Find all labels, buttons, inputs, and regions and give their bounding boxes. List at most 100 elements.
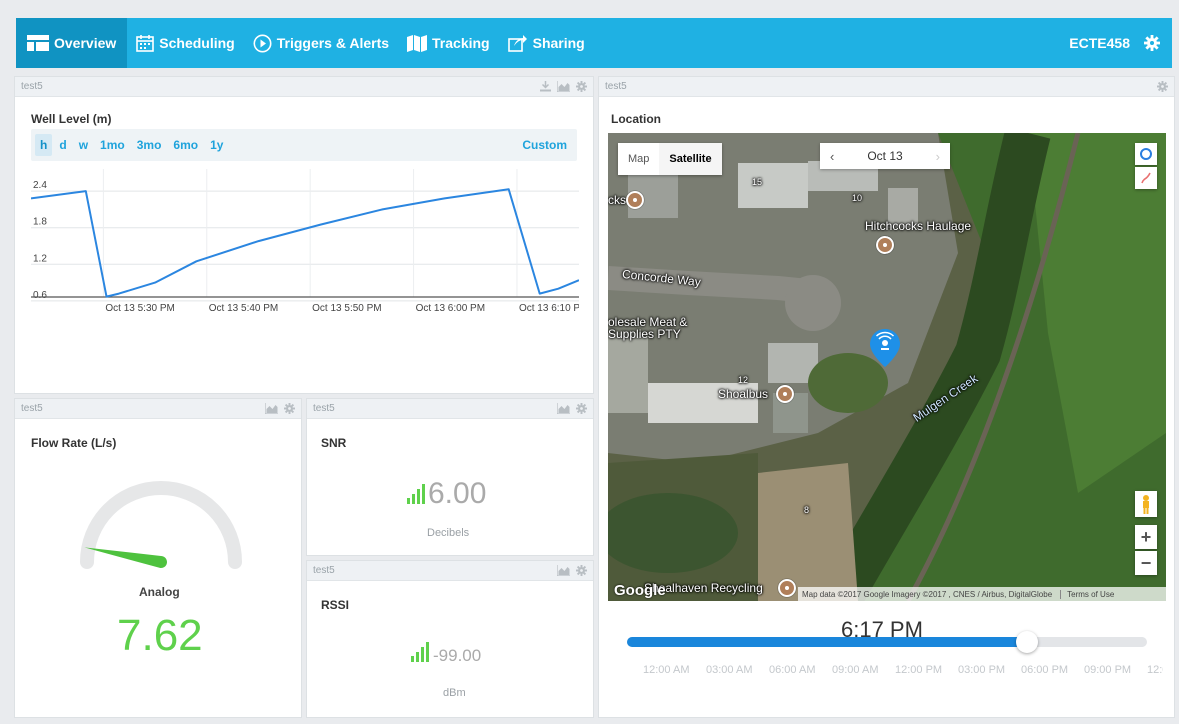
street-view-pegman-button[interactable] [1135,491,1157,517]
panel-settings-gear-icon[interactable] [576,81,587,92]
nav-triggers-label: Triggers & Alerts [276,35,390,51]
range-button-h[interactable]: h [35,134,53,156]
map-attribution-bar: Map data ©2017 Google Imagery ©2017 , CN… [798,587,1166,601]
pegman-icon [1143,495,1149,514]
share-icon [507,35,527,52]
current-date: Oct 13 [867,149,903,163]
chart-x-tick-label: Oct 13 5:50 PM [312,303,381,314]
gauge-mode-label: Analog [139,585,180,599]
terms-of-use-link[interactable]: Terms of Use [1060,589,1114,599]
nav-sharing-label: Sharing [532,35,585,51]
time-tick-label: 12:00 AM [643,664,690,676]
map-poi-marker[interactable] [778,579,796,597]
next-date-button[interactable]: › [936,149,940,164]
settings-gear-icon[interactable] [1144,35,1160,51]
nav-scheduling[interactable]: Scheduling [127,18,243,68]
time-slider-handle[interactable] [1016,631,1039,653]
panel-header: test5 [307,561,593,581]
range-button-1y[interactable]: 1y [205,134,228,156]
map-type-map-button[interactable]: Map [618,143,659,175]
nav-tracking-label: Tracking [432,35,490,51]
draw-line-button[interactable] [1135,167,1157,189]
plus-icon: + [1140,526,1152,547]
time-tick-label: 06:00 PM [1021,664,1069,676]
area-chart-icon[interactable] [265,403,278,414]
chart-x-tick-label: Oct 13 6:10 PM [519,303,579,314]
range-button-6mo[interactable]: 6mo [168,134,203,156]
map-building-number: 8 [804,505,810,515]
nav-overview[interactable]: Overview [16,18,128,68]
chart-y-tick-label: 1.8 [33,217,47,228]
panel-settings-gear-icon[interactable] [284,403,295,414]
device-location-pin-icon[interactable] [870,329,900,367]
chart-y-tick-label: 2.4 [33,180,47,191]
circle-icon [1140,148,1152,160]
previous-date-button[interactable]: ‹ [830,149,834,164]
range-button-1mo[interactable]: 1mo [95,134,130,156]
range-button-d[interactable]: d [54,134,71,156]
map-poi-marker[interactable] [776,385,794,403]
polyline-icon [1141,172,1151,184]
range-button-w[interactable]: w [74,134,93,156]
time-tick-label: 03:00 PM [958,664,1006,676]
snr-title: SNR [321,436,347,450]
satellite-map[interactable]: Map Satellite ‹ Oct 13 › cks 15 10 Hitch… [608,133,1166,601]
map-poi-marker[interactable] [626,191,644,209]
map-building-number: 10 [852,193,863,203]
zoom-out-button[interactable]: − [1135,551,1157,575]
area-chart-icon[interactable] [557,81,570,92]
nav-scheduling-label: Scheduling [159,35,235,51]
dashboard-icon [27,35,49,51]
time-tick-label: 06:00 AM [769,664,816,676]
area-chart-icon[interactable] [557,565,570,576]
panel-settings-gear-icon[interactable] [576,403,587,414]
map-building-number: 12 [738,375,749,385]
draw-circle-button[interactable] [1135,143,1157,165]
area-chart-icon[interactable] [557,403,570,414]
flow-rate-value: 7.62 [117,611,203,660]
panel-settings-gear-icon[interactable] [1157,81,1168,92]
nav-sharing[interactable]: Sharing [499,18,594,68]
range-button-3mo[interactable]: 3mo [132,134,167,156]
map-label-hitchcocks-haulage: Hitchcocks Haulage [865,219,972,233]
well-level-panel: test5 Well Level (m) h d w 1mo 3mo 6mo 1… [14,76,594,394]
time-tick-label: 09:00 AM [832,664,879,676]
chart-x-tick-label: Oct 13 5:30 PM [105,303,174,314]
panel-header-label: test5 [21,81,43,92]
panel-header-label: test5 [605,81,627,92]
flow-rate-panel: test5 Flow Rate (L/s) Analog 7.62 [14,398,302,718]
snr-unit: Decibels [427,527,470,539]
snr-value: 6.00 [428,477,487,510]
map-building-number: 15 [752,177,763,187]
custom-range-button[interactable]: Custom [522,138,567,152]
time-tick-label: 09:00 PM [1084,664,1132,676]
nav-triggers-alerts[interactable]: Triggers & Alerts [244,18,398,68]
flow-rate-gauge [80,481,242,569]
panel-header-label: test5 [21,403,43,414]
signal-bars-icon [411,642,429,662]
panel-header-label: test5 [313,403,335,414]
time-slider[interactable] [627,631,1147,653]
signal-bars-icon [407,484,425,504]
panel-header: test5 [15,399,301,419]
download-icon[interactable] [540,81,551,92]
nav-tracking[interactable]: Tracking [398,18,499,68]
nav-overview-label: Overview [54,35,117,51]
map-poi-marker[interactable] [876,236,894,254]
panel-settings-gear-icon[interactable] [576,565,587,576]
rssi-panel: test5 RSSI -99.00 dBm [306,560,594,718]
map-type-satellite-button[interactable]: Satellite [659,143,722,175]
map-label-supplies-pty: Supplies PTY [608,327,681,341]
map-attribution: Map data ©2017 Google Imagery ©2017 , CN… [802,589,1053,599]
location-title: Location [611,112,661,126]
map-type-toggle: Map Satellite [618,143,722,175]
rssi-value: -99.00 [433,646,482,665]
time-slider-tick-labels: 12:00 AM 03:00 AM 06:00 AM 09:00 AM 12:00 PM… [643,664,1163,678]
location-panel: test5 Location Map Satellite ‹ Oct 13 › … [598,76,1175,718]
map-label-cks: cks [608,193,626,207]
panel-header-label: test5 [313,565,335,576]
play-circle-icon [253,34,272,52]
well-level-line-chart: 2.4 1.8 1.2 0.6 Oct 13 5:30 PM Oct 13 5:40 PM… [31,169,579,314]
zoom-in-button[interactable]: + [1135,525,1157,549]
user-account-name[interactable]: ECTE458 [1069,35,1130,51]
